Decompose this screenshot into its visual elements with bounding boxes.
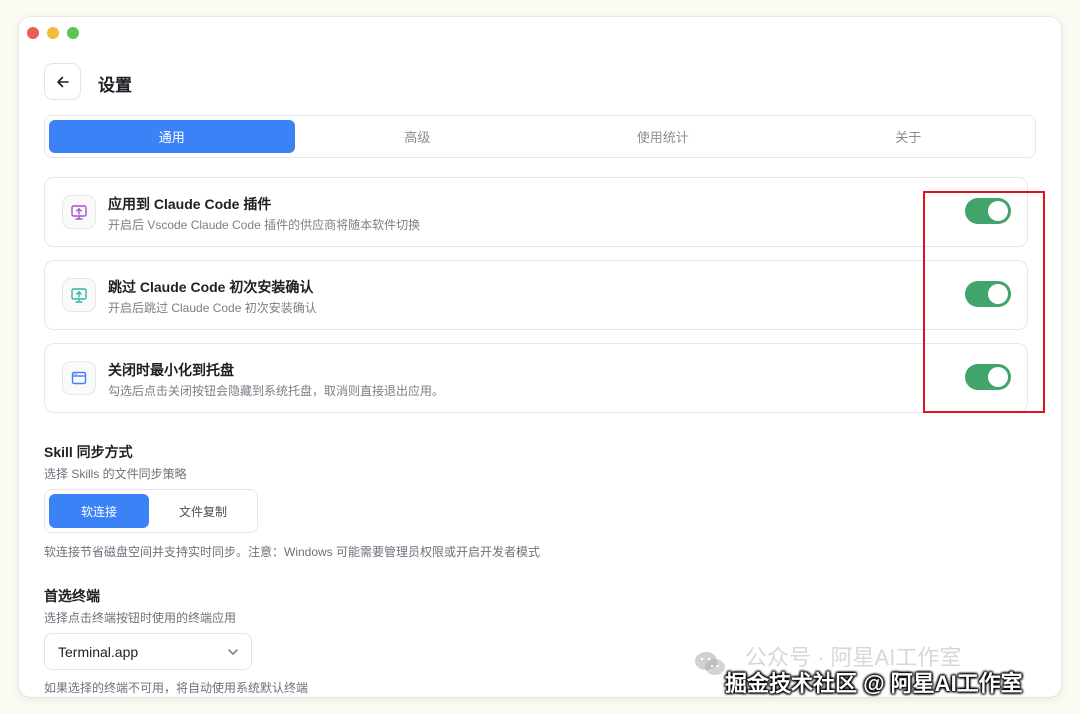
- settings-tabs: 通用 高级 使用统计 关于: [44, 115, 1036, 158]
- option-symlink[interactable]: 软连接: [49, 494, 149, 528]
- arrow-left-icon: [56, 76, 69, 87]
- tab-advanced[interactable]: 高级: [295, 120, 541, 153]
- terminal-select-value: Terminal.app: [58, 644, 139, 660]
- window-controls: [27, 27, 79, 39]
- skill-sync-desc: 选择 Skills 的文件同步策略: [44, 467, 187, 481]
- skill-sync-selector: 软连接 文件复制: [44, 489, 258, 533]
- skill-sync-note: 软连接节省磁盘空间并支持实时同步。注意：Windows 可能需要管理员权限或开启…: [44, 545, 541, 559]
- chevron-down-icon: [228, 649, 238, 655]
- setting-desc: 勾选后点击关闭按钮会隐藏到系统托盘，取消则直接退出应用。: [108, 384, 445, 398]
- window-icon: [62, 361, 96, 395]
- tab-about[interactable]: 关于: [786, 120, 1032, 153]
- annotation-highlight-box: [923, 191, 1045, 413]
- maximize-window-button[interactable]: [67, 27, 79, 39]
- terminal-desc: 选择点击终端按钮时使用的终端应用: [44, 611, 237, 625]
- skill-sync-title: Skill 同步方式: [44, 444, 133, 460]
- watermark-text: 掘金技术社区 @ 阿星AI工作室: [725, 671, 1023, 696]
- page-title: 设置: [98, 76, 132, 95]
- settings-window: 设置 通用 高级 使用统计 关于 应用到 Claude Code 插件 开启后 …: [19, 17, 1061, 697]
- setting-card-skip-install-confirm: 跳过 Claude Code 初次安装确认 开启后跳过 Claude Code …: [44, 260, 1028, 330]
- tab-general[interactable]: 通用: [49, 120, 295, 153]
- monitor-upload-icon: [62, 278, 96, 312]
- terminal-title: 首选终端: [44, 588, 100, 604]
- terminal-select[interactable]: Terminal.app: [44, 633, 252, 670]
- setting-desc: 开启后 Vscode Claude Code 插件的供应商将随本软件切换: [108, 218, 421, 232]
- setting-desc: 开启后跳过 Claude Code 初次安装确认: [108, 301, 317, 315]
- setting-title: 跳过 Claude Code 初次安装确认: [108, 279, 314, 295]
- back-button[interactable]: [44, 63, 81, 100]
- terminal-note: 如果选择的终端不可用，将自动使用系统默认终端: [44, 681, 309, 695]
- close-window-button[interactable]: [27, 27, 39, 39]
- watermark-logo: [693, 650, 727, 678]
- setting-card-minimize-to-tray: 关闭时最小化到托盘 勾选后点击关闭按钮会隐藏到系统托盘，取消则直接退出应用。: [44, 343, 1028, 413]
- wechat-icon: [695, 652, 725, 675]
- setting-title: 应用到 Claude Code 插件: [108, 196, 272, 212]
- setting-card-claude-plugin: 应用到 Claude Code 插件 开启后 Vscode Claude Cod…: [44, 177, 1028, 247]
- option-file-copy[interactable]: 文件复制: [153, 494, 253, 528]
- tab-usage-stats[interactable]: 使用统计: [540, 120, 786, 153]
- minimize-window-button[interactable]: [47, 27, 59, 39]
- monitor-upload-icon: [62, 195, 96, 229]
- setting-title: 关闭时最小化到托盘: [108, 362, 234, 378]
